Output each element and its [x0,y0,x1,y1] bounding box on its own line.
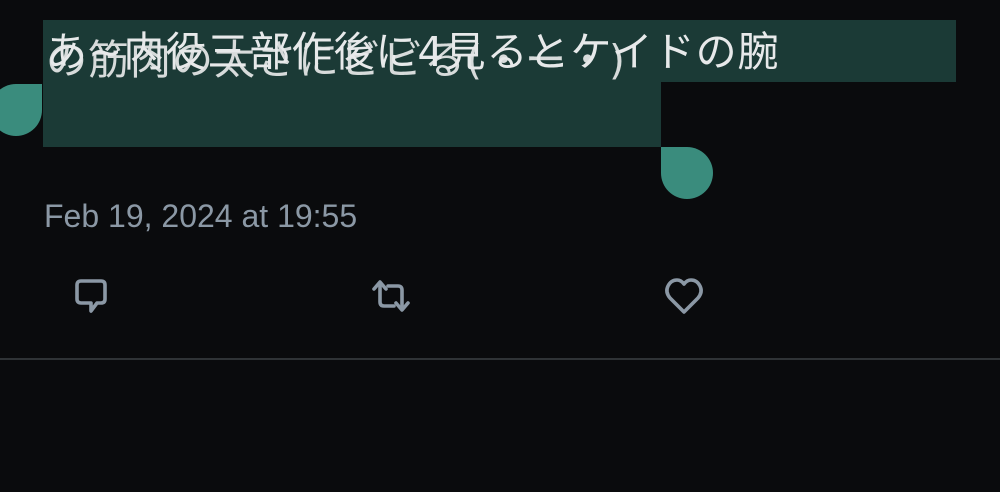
divider [0,358,1000,360]
retweet-icon [372,280,410,312]
heart-icon [665,278,703,314]
selection-end-handle[interactable] [661,147,713,199]
text-selection-highlight [43,82,661,147]
retweet-button[interactable] [366,272,416,320]
reply-button[interactable] [66,272,116,320]
selection-start-handle[interactable] [0,84,42,136]
tweet-text-line: の筋肉の太さにビビる(・ー・) [46,36,626,84]
tweet-action-bar [0,272,1000,320]
tweet-timestamp[interactable]: Feb 19, 2024 at 19:55 [44,198,357,235]
like-button[interactable] [659,272,709,320]
reply-icon [75,279,107,313]
tweet: あ~内役三部作後に4見るとケイドの腕 の筋肉の太さにビビる(・ー・) Feb 1… [0,0,1000,360]
